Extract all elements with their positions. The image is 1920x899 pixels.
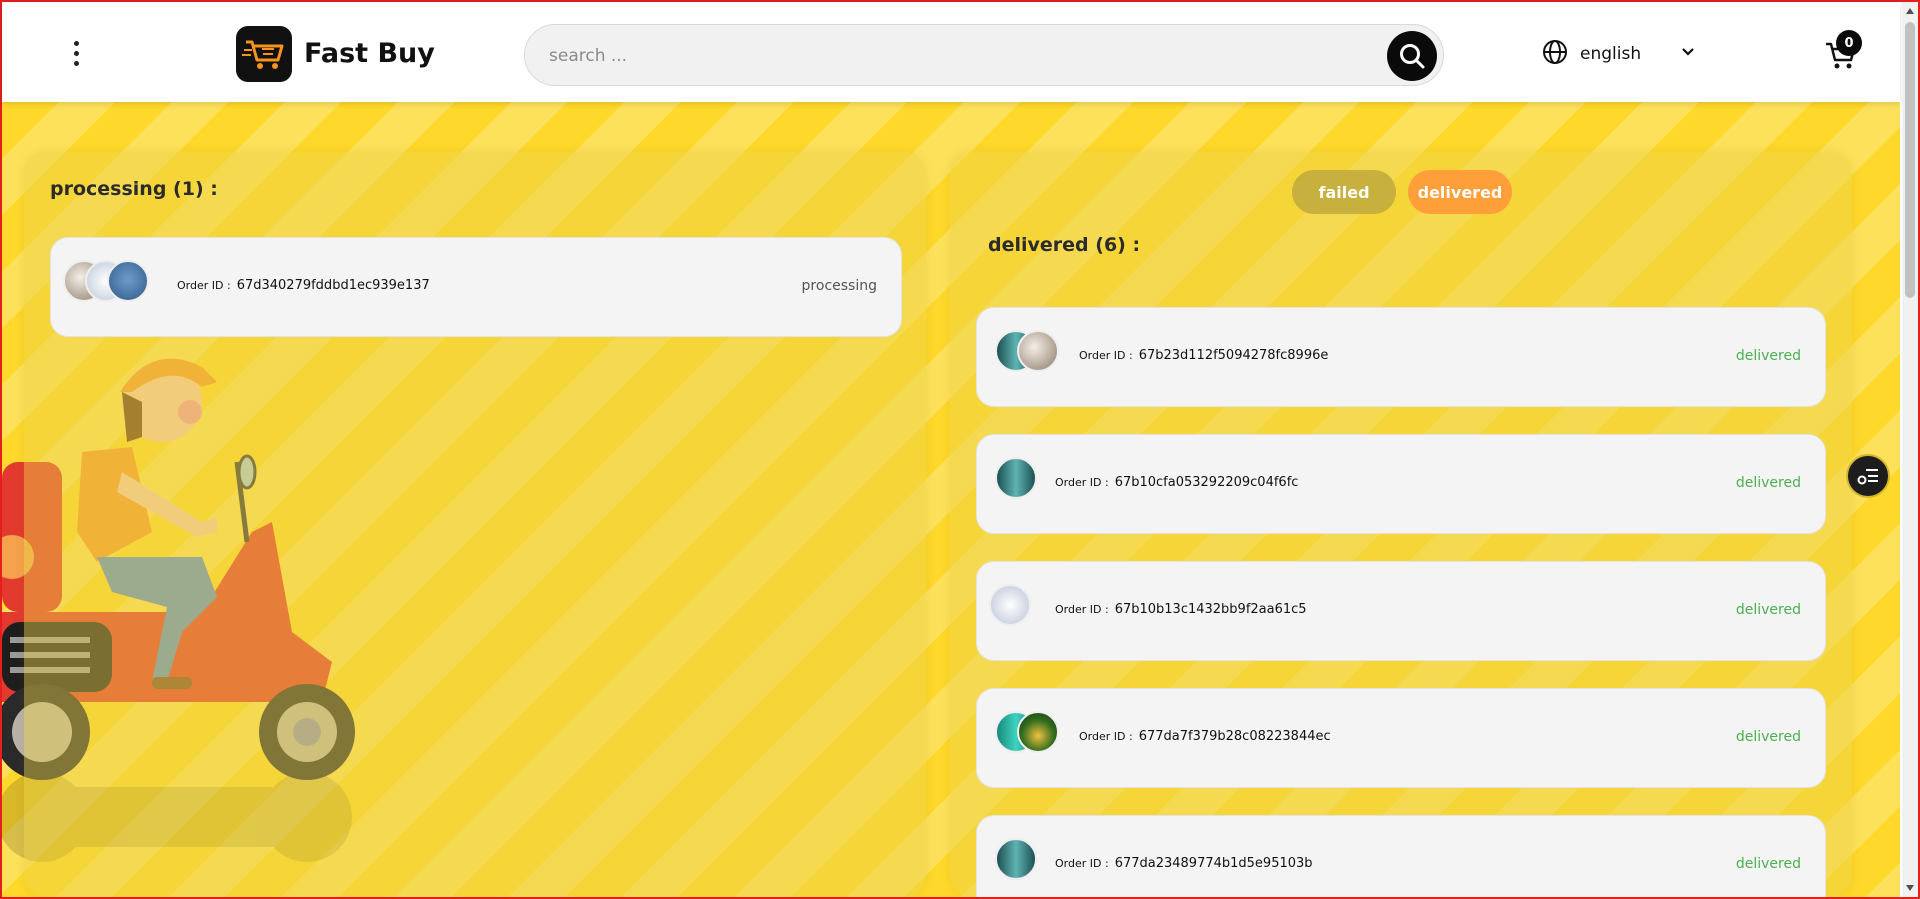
processing-title: processing (1) : <box>50 178 218 200</box>
globe-icon <box>1542 39 1568 69</box>
filter-delivered-button[interactable]: delivered <box>1408 170 1512 214</box>
product-thumb <box>989 584 1031 626</box>
order-id-value: 677da7f379b28c08223844ec <box>1138 729 1331 744</box>
product-thumb <box>995 838 1037 880</box>
order-id-value: 67b23d112f5094278fc8996e <box>1138 348 1329 363</box>
order-id-label: Order ID : <box>1055 857 1109 870</box>
search-input[interactable] <box>549 39 1329 73</box>
order-card-delivered-1[interactable]: Order ID : 67b23d112f5094278fc8996e deliv… <box>976 307 1826 407</box>
order-status: delivered <box>1735 729 1801 745</box>
order-id: Order ID : 67d340279fddbd1ec939e137 <box>177 278 430 293</box>
order-id: Order ID : 67b10b13c1432bb9f2aa61c5 <box>1055 602 1307 617</box>
language-selector[interactable]: english <box>1542 40 1696 68</box>
orders-page: processing (1) : Order ID : 67d340279fddb… <box>2 102 1900 897</box>
order-id-label: Order ID : <box>177 279 231 292</box>
delivered-panel: delivered (6) : Order ID : 67b23d112f5094… <box>950 152 1852 897</box>
chevron-down-icon <box>1680 44 1696 64</box>
order-id-label: Order ID : <box>1055 603 1109 616</box>
product-thumb <box>995 457 1037 499</box>
page-scrollbar[interactable] <box>1902 2 1918 897</box>
scroll-thumb[interactable] <box>1905 22 1915 298</box>
search-icon[interactable] <box>1387 31 1437 81</box>
order-id-label: Order ID : <box>1079 349 1133 362</box>
brand-name[interactable]: Fast Buy <box>304 38 435 69</box>
order-id: Order ID : 677da23489774b1d5e95103b <box>1055 856 1313 871</box>
order-status: delivered <box>1735 475 1801 491</box>
order-status: processing <box>801 278 877 294</box>
order-id-value: 67d340279fddbd1ec939e137 <box>236 278 430 293</box>
top-header: Fast Buy english <box>2 2 1900 102</box>
product-thumb <box>107 260 149 302</box>
order-id-label: Order ID : <box>1055 476 1109 489</box>
search-bar <box>524 24 1444 86</box>
product-thumb <box>1017 711 1059 753</box>
menu-dots-icon[interactable] <box>62 36 90 70</box>
order-card-delivered-5[interactable]: Order ID : 677da23489774b1d5e95103b deliv… <box>976 815 1826 897</box>
order-id-value: 677da23489774b1d5e95103b <box>1114 856 1313 871</box>
order-card-delivered-4[interactable]: Order ID : 677da7f379b28c08223844ec deliv… <box>976 688 1826 788</box>
scroll-down-arrow[interactable] <box>1906 885 1914 891</box>
order-status: delivered <box>1735 856 1801 872</box>
delivered-title: delivered (6) : <box>988 234 1141 256</box>
filter-list-icon[interactable] <box>1846 454 1890 498</box>
order-id-value: 67b10cfa053292209c04f6fc <box>1114 475 1299 490</box>
order-status: delivered <box>1735 348 1801 364</box>
processing-panel: processing (1) : Order ID : 67d340279fddb… <box>24 152 926 897</box>
order-card-delivered-2[interactable]: Order ID : 67b10cfa053292209c04f6fc deliv… <box>976 434 1826 534</box>
order-id: Order ID : 677da7f379b28c08223844ec <box>1079 729 1331 744</box>
order-card-delivered-3[interactable]: Order ID : 67b10b13c1432bb9f2aa61c5 deliv… <box>976 561 1826 661</box>
order-id-label: Order ID : <box>1079 730 1133 743</box>
cart-logo-icon[interactable] <box>236 26 292 82</box>
scroll-up-arrow[interactable] <box>1906 8 1914 14</box>
filter-failed-button[interactable]: failed <box>1292 170 1396 214</box>
order-card-processing-1[interactable]: Order ID : 67d340279fddbd1ec939e137 proce… <box>50 237 902 337</box>
order-id: Order ID : 67b23d112f5094278fc8996e <box>1079 348 1328 363</box>
cart-count-badge: 0 <box>1836 30 1862 56</box>
order-id: Order ID : 67b10cfa053292209c04f6fc <box>1055 475 1298 490</box>
order-status: delivered <box>1735 602 1801 618</box>
language-label: english <box>1580 44 1642 64</box>
order-id-value: 67b10b13c1432bb9f2aa61c5 <box>1114 602 1307 617</box>
product-thumb <box>1017 330 1059 372</box>
